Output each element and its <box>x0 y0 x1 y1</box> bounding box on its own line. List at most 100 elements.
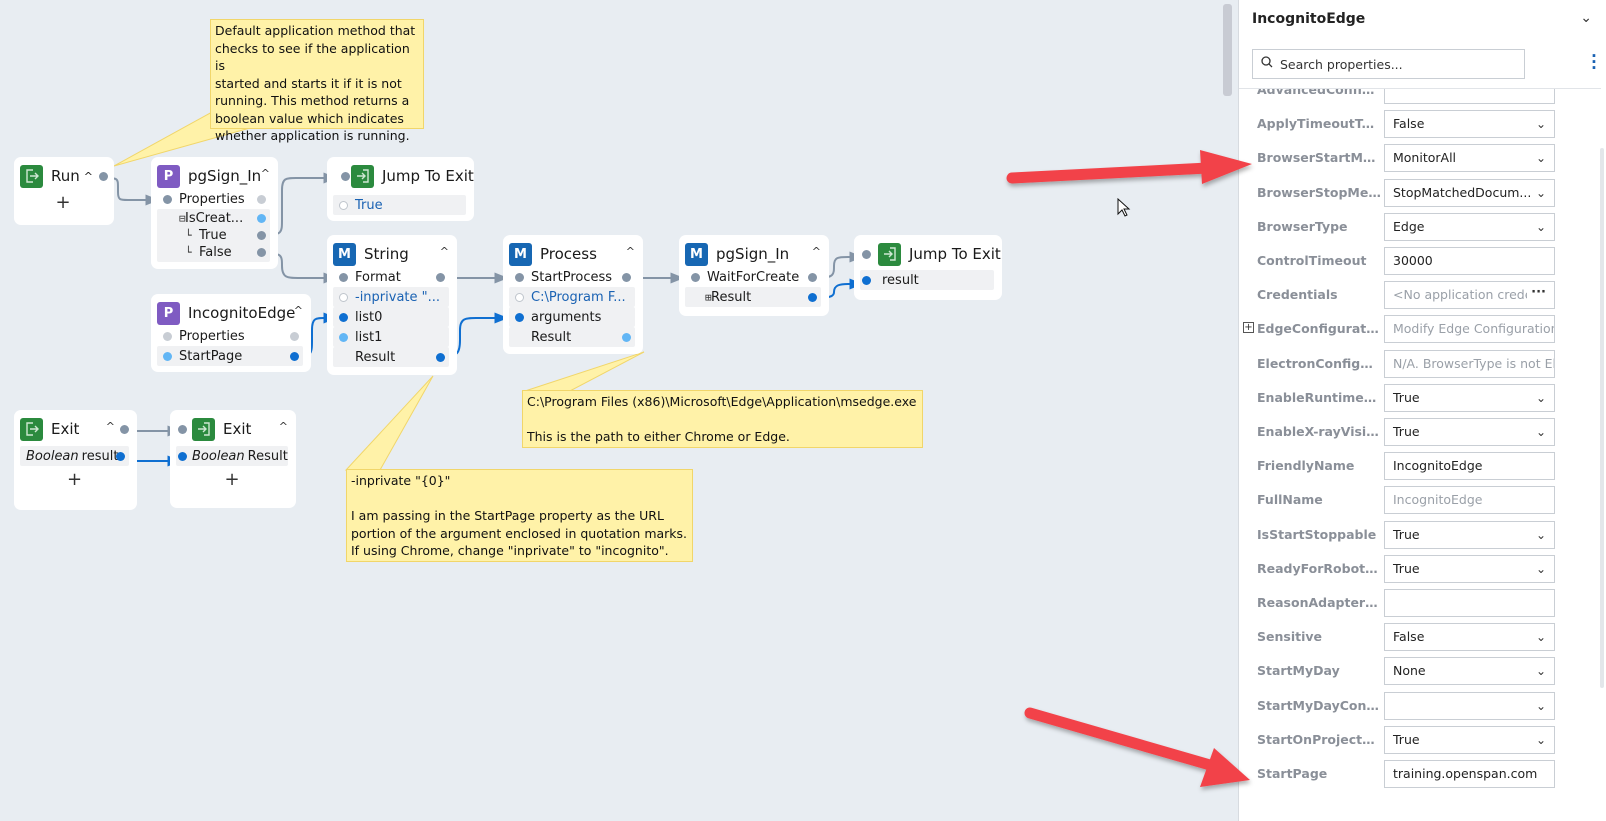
output-port[interactable] <box>116 451 125 461</box>
property-field[interactable]: IncognitoEdge <box>1384 452 1555 481</box>
collapse-caret-icon[interactable]: ^ <box>84 170 93 183</box>
panel-scrollbar[interactable] <box>1600 148 1604 688</box>
chevron-down-icon[interactable]: ⌄ <box>1533 145 1546 172</box>
collapse-caret-icon[interactable]: ^ <box>626 245 635 258</box>
process-note[interactable]: C:\Program Files (x86)\Microsoft\Edge\Ap… <box>522 390 923 448</box>
chevron-down-icon[interactable]: ⌄ <box>1533 521 1546 548</box>
input-port[interactable] <box>515 312 524 322</box>
property-dropdown[interactable]: ⌄ <box>1384 691 1555 720</box>
event-input-port[interactable] <box>163 194 172 204</box>
output-port[interactable] <box>436 352 445 362</box>
event-input-port[interactable] <box>515 272 524 282</box>
input-port[interactable] <box>515 292 524 302</box>
collapse-caret-icon[interactable]: ^ <box>440 245 449 258</box>
property-dropdown[interactable]: StopMatchedDocum... ⌄ <box>1384 178 1555 207</box>
chevron-down-icon[interactable]: ⌄ <box>1533 555 1546 582</box>
chevron-down-icon[interactable]: ⌄ <box>1533 179 1546 206</box>
string-note[interactable]: -inprivate "{0}" I am passing in the Sta… <box>346 469 693 562</box>
automation-canvas[interactable]: Default application method that checks t… <box>0 0 1238 821</box>
node-jump-to-exit[interactable]: Jump To Exit True <box>327 157 474 221</box>
chevron-down-icon[interactable]: ⌄ <box>1533 111 1546 138</box>
chevron-down-icon[interactable]: ⌄ <box>1533 419 1546 445</box>
output-port[interactable] <box>257 214 266 223</box>
property-dropdown[interactable]: False ⌄ <box>1384 110 1555 139</box>
property-field[interactable]: N/A. BrowserType is not Ele <box>1384 349 1555 378</box>
event-input-port[interactable] <box>691 272 700 282</box>
input-port[interactable] <box>163 351 172 361</box>
output-port[interactable] <box>622 332 631 342</box>
add-parameter-button[interactable]: + <box>20 189 106 217</box>
node-jump-to-exit-2[interactable]: Jump To Exit result <box>854 235 1002 300</box>
row-value[interactable]: -inprivate "... <box>355 290 440 305</box>
chevron-down-icon[interactable]: ⌄ <box>1533 384 1546 411</box>
collapse-caret-icon[interactable]: ^ <box>294 304 303 317</box>
event-output-port[interactable] <box>808 272 817 282</box>
property-dropdown[interactable]: True ⌄ <box>1384 725 1555 754</box>
event-output-port[interactable] <box>257 248 266 257</box>
node-exit-2[interactable]: Exit ^ Boolean Result + <box>170 410 296 508</box>
collapse-caret-icon[interactable]: ^ <box>261 167 270 180</box>
property-field[interactable]: <No application crede ··· <box>1384 281 1555 310</box>
input-port[interactable] <box>339 200 348 210</box>
event-output-port[interactable] <box>622 272 631 282</box>
input-port[interactable] <box>339 292 348 302</box>
chevron-down-icon[interactable]: ⌄ <box>1533 726 1546 753</box>
chevron-down-icon[interactable]: ⌄ <box>1533 692 1546 719</box>
expand-tree-icon[interactable]: ⊞ <box>705 291 712 304</box>
property-dropdown[interactable]: None ⌄ <box>1384 657 1555 686</box>
add-parameter-button[interactable]: + <box>176 466 288 494</box>
property-field[interactable]: IncognitoEdge <box>1384 486 1555 515</box>
row-value[interactable]: True <box>355 198 383 213</box>
node-string-method[interactable]: M String ^ Format -inprivate "... list0 … <box>327 235 457 375</box>
collapse-caret-icon[interactable]: ^ <box>812 245 821 258</box>
property-field[interactable]: training.openspan.com <box>1384 760 1555 788</box>
property-dropdown[interactable]: True ⌄ <box>1384 554 1555 583</box>
event-input-port[interactable] <box>862 249 871 259</box>
chevron-down-icon[interactable]: ⌄ <box>1580 10 1592 26</box>
input-port[interactable] <box>163 331 172 341</box>
event-output-port[interactable] <box>120 424 129 434</box>
expand-icon[interactable]: + <box>1243 322 1254 334</box>
property-dropdown[interactable]: MonitorAll ⌄ <box>1384 144 1555 173</box>
event-input-port[interactable] <box>178 424 187 434</box>
event-output-port[interactable] <box>436 272 445 282</box>
input-port[interactable] <box>178 451 187 461</box>
output-port[interactable] <box>290 331 299 341</box>
more-options-icon[interactable]: · · · <box>1591 49 1597 76</box>
input-port[interactable] <box>339 312 348 322</box>
node-incognitoedge-property[interactable]: P IncognitoEdge ^ Properties StartPage <box>151 294 311 372</box>
property-dropdown[interactable]: True ⌄ <box>1384 383 1555 412</box>
node-pgsign-in-property[interactable]: P pgSign_In ^ Properties ⊟ IsCreat... └ … <box>151 157 278 269</box>
event-input-port[interactable] <box>339 272 348 282</box>
event-input-port[interactable] <box>341 171 350 181</box>
output-port[interactable] <box>808 292 817 302</box>
output-port[interactable] <box>257 194 266 204</box>
output-port[interactable] <box>290 351 299 361</box>
collapse-caret-icon[interactable]: ^ <box>279 420 288 433</box>
property-dropdown[interactable]: Edge ⌄ <box>1384 212 1555 241</box>
chevron-down-icon[interactable]: ⌄ <box>1533 213 1546 240</box>
property-field[interactable] <box>1384 589 1555 617</box>
canvas-scrollbar[interactable] <box>1223 4 1232 96</box>
add-parameter-button[interactable]: + <box>20 466 129 494</box>
chevron-down-icon[interactable]: ⌄ <box>1533 658 1546 685</box>
node-pgsign-in-method[interactable]: M pgSign_In ^ WaitForCreate ⊞ Result <box>679 235 829 316</box>
property-field[interactable]: 30000 <box>1384 247 1555 275</box>
event-output-port[interactable] <box>99 171 108 181</box>
property-field[interactable]: Modify Edge Configuration.. <box>1384 315 1555 344</box>
property-dropdown[interactable]: True ⌄ <box>1384 418 1555 446</box>
ellipsis-button-icon[interactable]: ··· <box>1527 282 1546 307</box>
search-properties-input[interactable]: Search properties... <box>1252 49 1525 79</box>
node-exit[interactable]: Exit ^ Boolean result + <box>14 410 137 510</box>
collapse-caret-icon[interactable]: ^ <box>106 420 115 433</box>
run-note[interactable]: Default application method that checks t… <box>210 19 424 143</box>
chevron-down-icon[interactable]: ⌄ <box>1533 624 1546 651</box>
input-port[interactable] <box>862 275 871 285</box>
input-port[interactable] <box>339 332 348 342</box>
node-process-method[interactable]: M Process ^ StartProcess C:\Program F...… <box>503 235 643 354</box>
collapse-tree-icon[interactable]: ⊟ <box>179 212 186 225</box>
property-field[interactable]: ··· <box>1384 89 1555 104</box>
row-value[interactable]: C:\Program F... <box>531 290 626 305</box>
event-output-port[interactable] <box>257 231 266 240</box>
node-run[interactable]: Run ^ + <box>14 157 114 225</box>
